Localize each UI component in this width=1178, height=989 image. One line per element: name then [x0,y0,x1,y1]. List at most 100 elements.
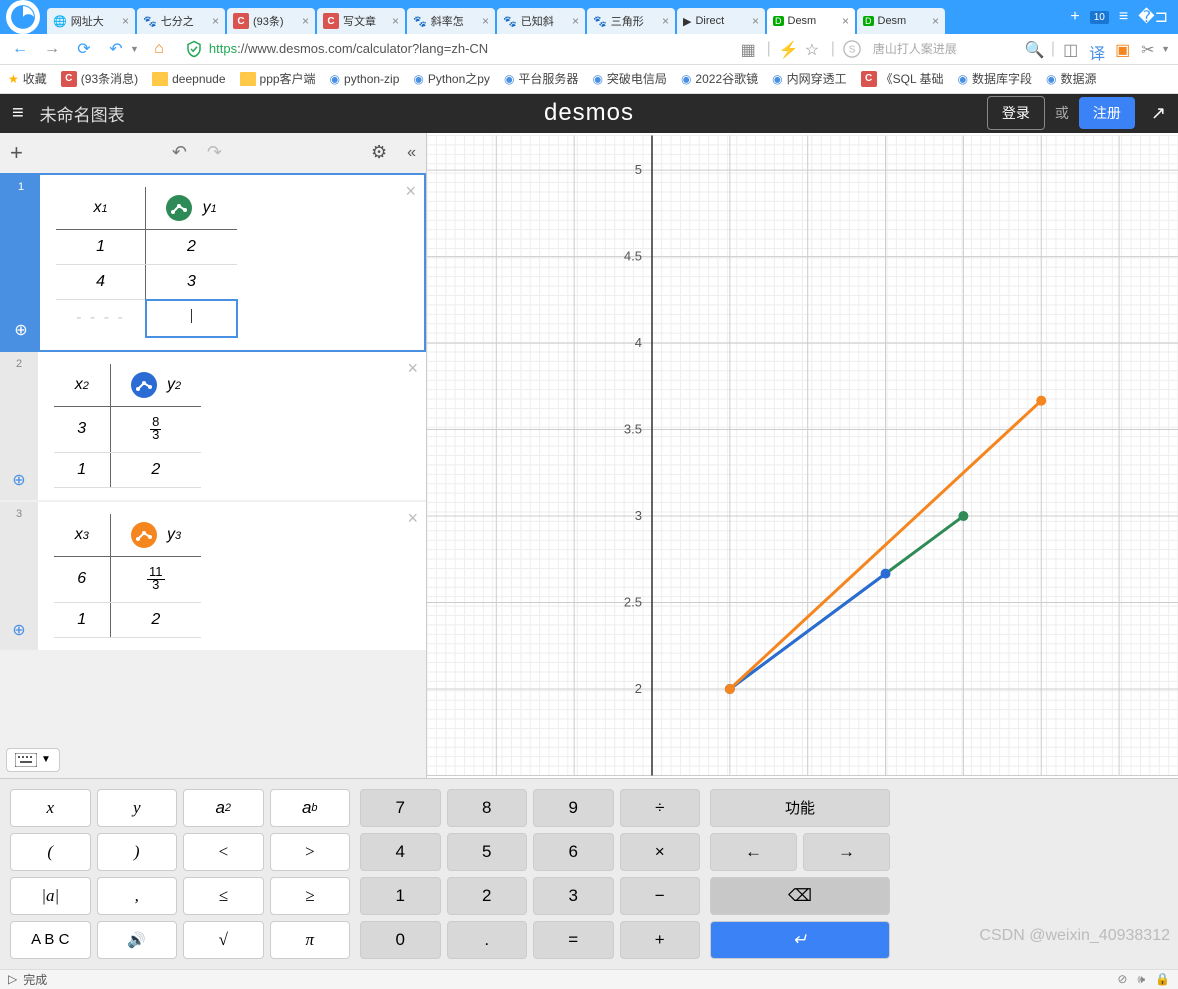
close-icon[interactable]: × [392,14,399,28]
back-button[interactable]: ← [8,37,32,61]
keypad-key[interactable]: A B C [10,921,91,959]
data-table[interactable]: x2 y238312 [54,364,201,488]
keypad-key[interactable]: → [803,833,890,871]
close-icon[interactable]: × [572,14,579,28]
search-icon[interactable]: 🔍 [1025,40,1043,58]
keypad-key[interactable]: a2 [183,789,264,827]
bookmark-item[interactable]: ◉平台服务器 [504,70,579,87]
enter-key[interactable]: ↵ [710,921,890,959]
bookmark-item[interactable]: ◉数据源 [1046,70,1097,87]
status-ico3[interactable]: 🔒 [1155,972,1170,986]
series-icon[interactable] [136,527,152,543]
bookmark-item[interactable]: ◉数据库字段 [958,70,1033,87]
tab-count-badge[interactable]: 10 [1090,11,1109,24]
close-icon[interactable]: × [302,14,309,28]
functions-button[interactable]: 功能 [710,789,890,827]
keypad-key[interactable]: < [183,833,264,871]
graph-title[interactable]: 未命名图表 [40,101,125,126]
keypad-key[interactable]: 2 [447,877,528,915]
browser-tab[interactable]: DDesm× [857,8,945,34]
menu-icon[interactable]: ≡ [12,102,24,125]
new-tab-icon[interactable]: + [1070,8,1079,26]
undo-nav-button[interactable]: ↶ [104,37,128,61]
keypad-key[interactable]: ab [270,789,351,827]
url-field[interactable]: https://www.desmos.com/calculator?lang=z… [179,40,733,58]
dropdown-icon[interactable]: ▼ [130,44,139,54]
expression-item[interactable]: 3⊕x3 y3611312× [0,502,426,650]
qr-icon[interactable]: ▦ [741,40,759,58]
bookmark-item[interactable]: ◉2022谷歌镜 [681,70,758,87]
login-button[interactable]: 登录 [987,96,1045,130]
keypad-key[interactable]: ← [710,833,797,871]
expression-item[interactable]: 2⊕x2 y238312× [0,352,426,500]
keypad-key[interactable]: 1 [360,877,441,915]
search-placeholder[interactable]: 唐山打人案进展 [873,40,957,57]
sidebar-icon[interactable]: �⊐ [1138,7,1168,27]
close-icon[interactable]: × [842,14,849,28]
add-expression-button[interactable]: + [10,140,23,166]
keypad-key[interactable]: . [447,921,528,959]
keypad-key[interactable]: 7 [360,789,441,827]
zoom-fit-icon[interactable]: ⊕ [12,470,25,490]
browser-tab[interactable]: ▶Direct× [677,8,765,34]
bookmark-item[interactable]: C《SQL 基础 [861,70,944,87]
bookmark-item[interactable]: ◉突破电信局 [592,70,667,87]
ext2-icon[interactable]: ▣ [1115,40,1133,58]
close-icon[interactable]: × [212,14,219,28]
keypad-key[interactable]: y [97,789,178,827]
keypad-key[interactable]: ÷ [620,789,701,827]
settings-icon[interactable]: ⚙ [371,142,387,163]
series-icon[interactable] [136,377,152,393]
data-table[interactable]: x1 y11243- - - - [56,187,238,338]
keypad-key[interactable]: ≤ [183,877,264,915]
close-icon[interactable]: × [407,358,418,379]
bookmark-item[interactable]: ◉Python之py [413,70,490,87]
share-icon[interactable]: ↗ [1151,103,1166,124]
close-icon[interactable]: × [482,14,489,28]
home-button[interactable]: ⌂ [147,37,171,61]
browser-logo[interactable] [6,0,40,34]
browser-tab[interactable]: C(93条)× [227,8,315,34]
keypad-key[interactable]: 0 [360,921,441,959]
keypad-key[interactable]: ) [97,833,178,871]
undo-button[interactable]: ↶ [172,142,187,163]
keypad-key[interactable]: + [620,921,701,959]
expression-item[interactable]: 1⊕x1 y11243- - - -× [0,173,426,352]
keypad-key[interactable]: = [533,921,614,959]
keyboard-toggle[interactable]: ▼ [6,748,60,772]
close-icon[interactable]: × [662,14,669,28]
keypad-key[interactable]: 5 [447,833,528,871]
keypad-key[interactable]: x [10,789,91,827]
close-icon[interactable]: × [752,14,759,28]
browser-tab[interactable]: 🐾七分之× [137,8,225,34]
keypad-key[interactable]: √ [183,921,264,959]
bookmark-item[interactable]: C(93条消息) [61,70,138,87]
browser-tab[interactable]: 🐾三角形× [587,8,675,34]
status-ico2[interactable]: 🕪 [1137,972,1145,987]
bookmark-item[interactable]: ◉python-zip [330,72,400,86]
sogou-icon[interactable]: S [843,40,861,58]
browser-tab[interactable]: 🌐网址大× [47,8,135,34]
keypad-key[interactable]: 4 [360,833,441,871]
scissors-icon[interactable]: ✂ [1141,40,1159,58]
ext1-icon[interactable]: ◫ [1063,40,1081,58]
keypad-key[interactable]: , [97,877,178,915]
close-icon[interactable]: × [932,14,939,28]
keypad-key[interactable]: × [620,833,701,871]
series-icon[interactable] [171,200,187,216]
keypad-key[interactable]: > [270,833,351,871]
browser-tab[interactable]: C写文章× [317,8,405,34]
browser-tab[interactable]: DDesm× [767,8,855,34]
keypad-key[interactable]: ( [10,833,91,871]
bookmark-item[interactable]: deepnude [152,72,225,86]
keypad-key[interactable]: |a| [10,877,91,915]
browser-tab[interactable]: 🐾已知斜× [497,8,585,34]
close-icon[interactable]: × [405,181,416,202]
close-icon[interactable]: × [122,14,129,28]
close-icon[interactable]: × [407,508,418,529]
bookmark-item[interactable]: ◉内网穿透工 [772,70,847,87]
keypad-key[interactable]: 9 [533,789,614,827]
keypad-key[interactable]: ≥ [270,877,351,915]
browser-tab[interactable]: 🐾斜率怎× [407,8,495,34]
keypad-key[interactable]: 🔊 [97,921,178,959]
